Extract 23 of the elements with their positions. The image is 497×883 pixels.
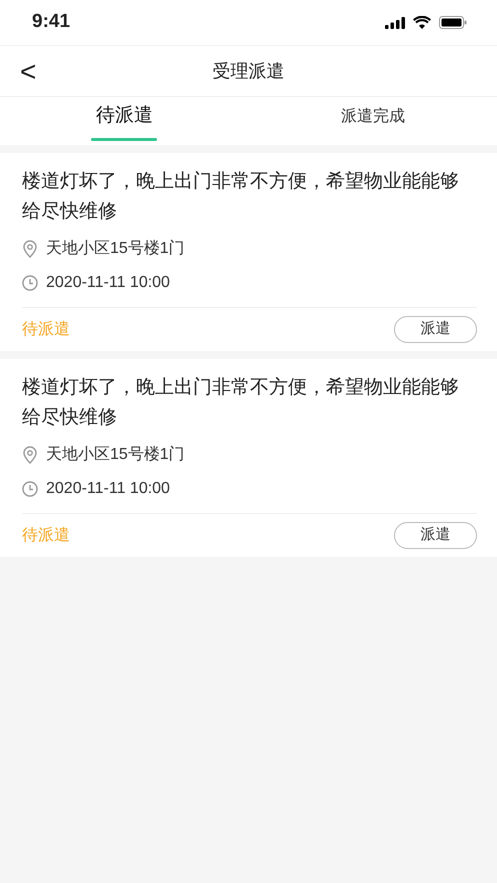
order-status: 待派遣 [22, 526, 70, 546]
location-icon [22, 240, 38, 258]
signal-icon [385, 16, 405, 28]
order-title: 楼道灯坏了，晚上出门非常不方便，希望物业能能够给尽快维修 [22, 376, 460, 430]
wifi-icon [413, 16, 431, 29]
order-status: 待派遣 [22, 320, 70, 340]
tab[interactable]: 派遣完成 [334, 104, 411, 130]
order-title: 楼道灯坏了，晚上出门非常不方便，希望物业能能够给尽快维修 [22, 170, 460, 224]
page-title: 受理派遣 [212, 60, 284, 82]
order-location: 天地小区15号楼1门 [46, 238, 185, 259]
back-button[interactable]: < [14, 56, 42, 88]
clock-icon [22, 275, 38, 291]
order-time: 2020-11-11 10:00 [46, 479, 170, 499]
dispatch-button[interactable]: 派遣 [394, 522, 477, 549]
active-tab-indicator [91, 138, 158, 141]
dispatch-button[interactable]: 派遣 [394, 316, 477, 343]
battery-icon [439, 16, 467, 29]
status-time: 9:41 [32, 10, 70, 34]
order-time: 2020-11-11 10:00 [46, 273, 170, 293]
tab[interactable]: 待派遣 [90, 101, 159, 132]
location-icon [22, 446, 38, 464]
clock-icon [22, 481, 38, 497]
order-location: 天地小区15号楼1门 [46, 444, 185, 465]
